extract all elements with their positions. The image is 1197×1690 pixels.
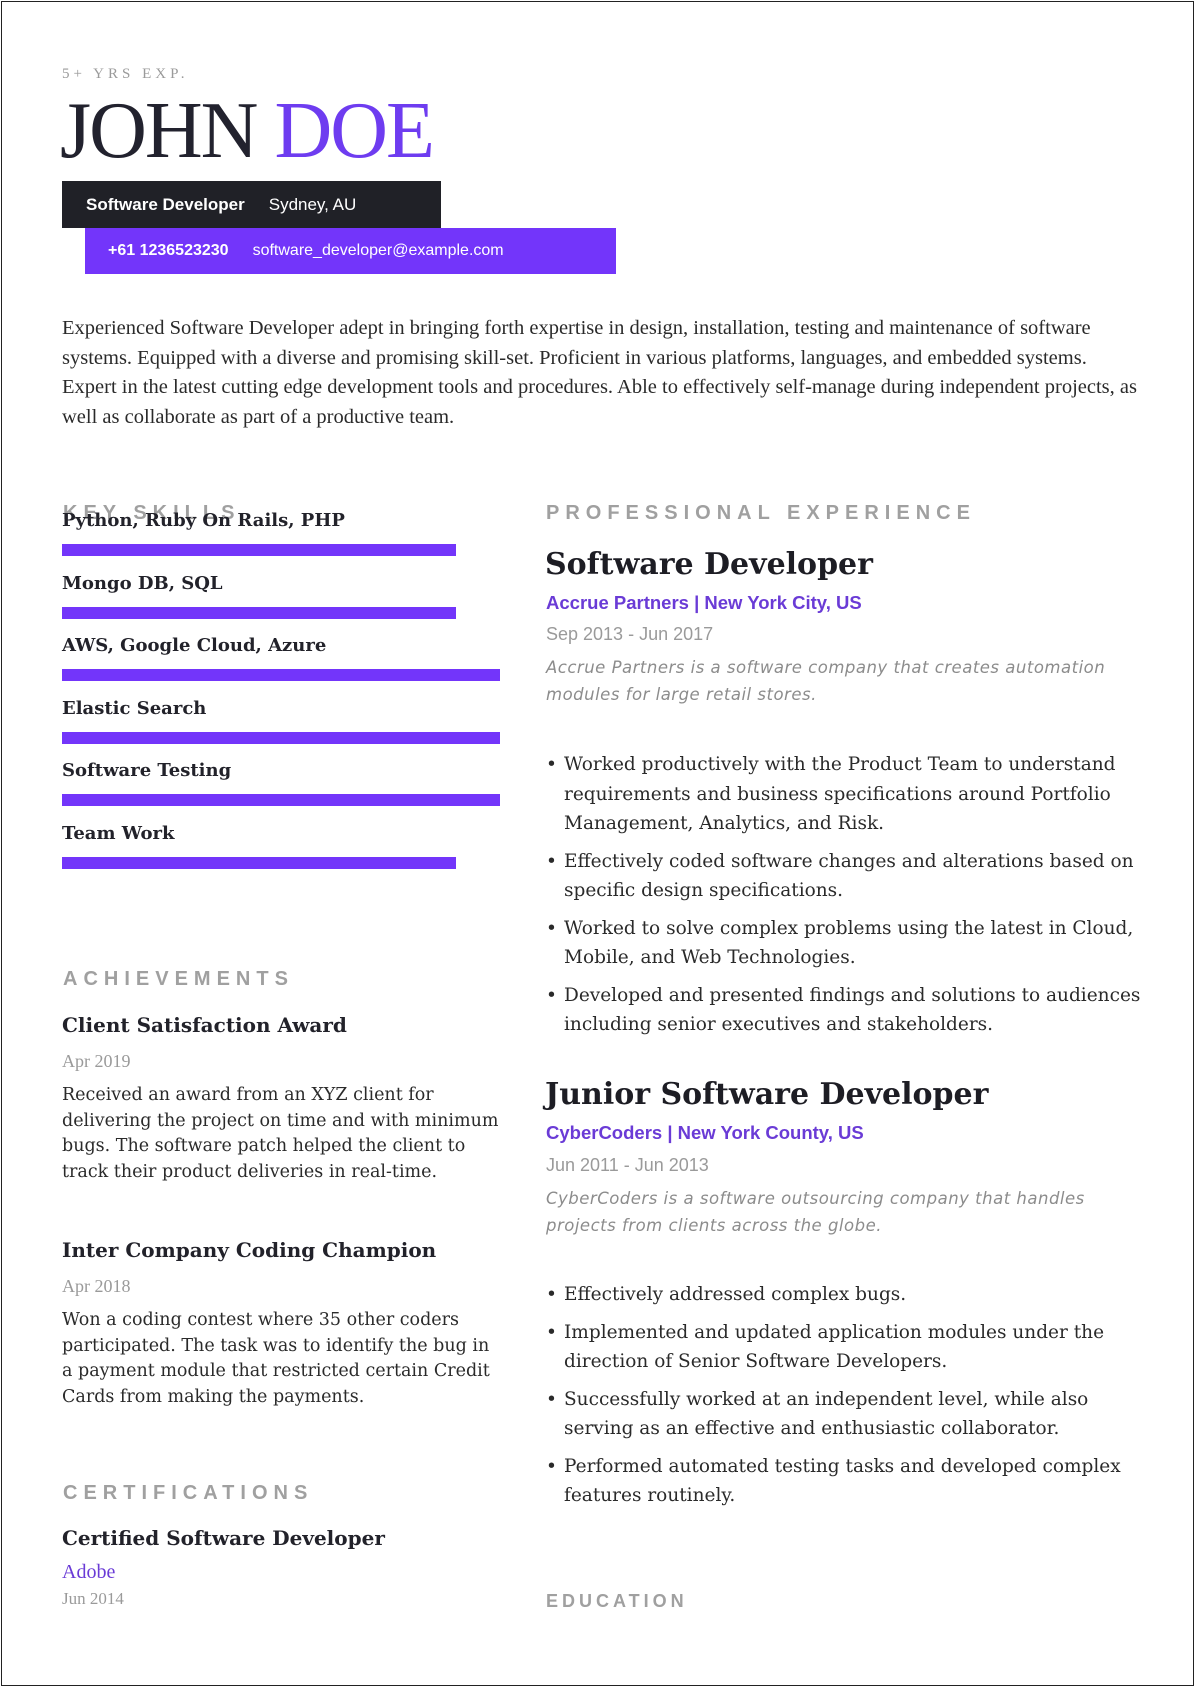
location: Sydney, AU	[268, 194, 357, 214]
achievement-title: Inter Company Coding Champion	[62, 1238, 437, 1262]
skill-label: AWS, Google Cloud, Azure	[62, 635, 327, 656]
certification-title: Certified Software Developer	[62, 1526, 385, 1550]
job-bullet: Worked to solve complex problems using t…	[546, 914, 1146, 973]
achievement-title: Client Satisfaction Award	[62, 1013, 347, 1037]
job-bullet: Implemented and updated application modu…	[546, 1318, 1146, 1377]
job-bullet: Effectively addressed complex bugs.	[546, 1280, 1146, 1310]
job-bullet: Effectively coded software changes and a…	[546, 847, 1146, 906]
skill-item: Mongo DB, SQL	[62, 531, 502, 619]
candidate-name: JOHN DOE	[60, 86, 435, 176]
section-title-education: EDUCATION	[546, 1591, 688, 1611]
job-title: Software Developer	[545, 547, 873, 582]
job-bullet: Successfully worked at an independent le…	[546, 1385, 1146, 1444]
job-title: Junior Software Developer	[545, 1077, 989, 1112]
email-address[interactable]: software_developer@example.com	[253, 242, 504, 260]
achievement-body: Won a coding contest where 35 other code…	[62, 1310, 490, 1407]
skill-item: AWS, Google Cloud, Azure	[62, 593, 502, 681]
first-name: JOHN	[60, 87, 258, 175]
achievement-date: Apr 2018	[62, 1276, 131, 1296]
skills-list: Python, Ruby On Rails, PHP Mongo DB, SQL…	[62, 506, 502, 869]
job-company: CyberCoders | New York County, US	[546, 1122, 864, 1143]
job-bullets: Effectively addressed complex bugs. Impl…	[546, 1280, 1146, 1519]
job-company: Accrue Partners | New York City, US	[546, 592, 862, 613]
skill-item: Python, Ruby On Rails, PHP	[62, 468, 502, 556]
job-description: Accrue Partners is a software company th…	[546, 658, 1106, 704]
skill-bar-fill	[62, 856, 457, 869]
job-bullet: Developed and presented findings and sol…	[546, 981, 1146, 1040]
contact-bar: +61 1236523230 software_developer@exampl…	[85, 228, 616, 274]
job-dates: Jun 2011 - Jun 2013	[546, 1155, 709, 1175]
summary: Experienced Software Developer adept in …	[62, 317, 1137, 428]
role-title: Software Developer	[86, 194, 245, 214]
experience-tag: 5+ YRS EXP.	[62, 66, 189, 82]
skill-label: Software Testing	[62, 760, 232, 781]
role-location-bar: Software Developer Sydney, AU	[62, 181, 441, 228]
skill-label: Elastic Search	[62, 697, 207, 719]
phone-number[interactable]: +61 1236523230	[108, 242, 229, 260]
section-title-experience: PROFESSIONAL EXPERIENCE	[546, 502, 976, 524]
job-bullet: Worked productively with the Product Tea…	[546, 750, 1146, 839]
skill-label: Mongo DB, SQL	[62, 572, 223, 594]
skill-label: Team Work	[62, 822, 175, 844]
achievement-body: Received an award from an XYZ client for…	[62, 1085, 499, 1182]
certification-issuer: Adobe	[62, 1561, 116, 1583]
achievement-date: Apr 2019	[62, 1051, 131, 1071]
skill-item: Elastic Search	[62, 656, 502, 744]
skill-bar-track	[62, 856, 500, 869]
skill-item: Team Work	[62, 781, 502, 869]
section-title-certifications: CERTIFICATIONS	[63, 1482, 314, 1504]
skill-label: Python, Ruby On Rails, PHP	[62, 510, 345, 531]
certification-date: Jun 2014	[62, 1589, 124, 1608]
skill-item: Software Testing	[62, 718, 502, 806]
last-name: DOE	[274, 87, 434, 175]
section-title-achievements: ACHIEVEMENTS	[63, 968, 294, 990]
job-dates: Sep 2013 - Jun 2017	[546, 624, 714, 644]
job-bullets: Worked productively with the Product Tea…	[546, 750, 1146, 1048]
job-bullet: Performed automated testing tasks and de…	[546, 1452, 1146, 1511]
job-description: CyberCoders is a software outsourcing co…	[546, 1189, 1085, 1235]
